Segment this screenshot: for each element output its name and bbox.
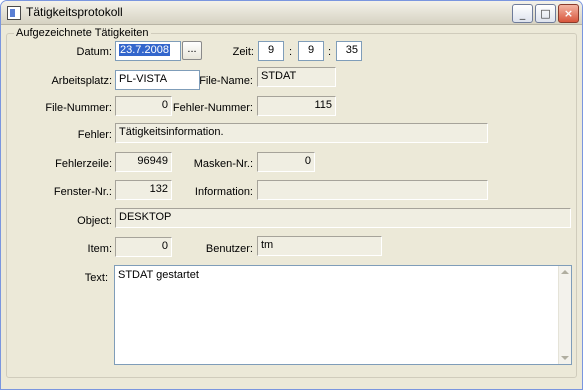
maximize-icon: □	[540, 7, 551, 20]
benutzer-field: tm	[257, 236, 382, 256]
title-bar[interactable]: Tätigkeitsprotokoll _ □ ×	[1, 1, 582, 25]
fehler-label: Fehler:	[77, 129, 112, 141]
zeit-label: Zeit:	[232, 46, 254, 58]
group-legend: Aufgezeichnete Tätigkeiten	[14, 27, 151, 39]
text-value: STDAT gestartet	[118, 269, 199, 281]
fenster-nr-label: Fenster-Nr.:	[53, 186, 112, 198]
datum-field[interactable]: 23.7.2008	[115, 41, 181, 61]
arbeitsplatz-field[interactable]: PL-VISTA	[115, 70, 200, 90]
fenster-nr-field: 132	[115, 180, 172, 200]
benutzer-label: Benutzer:	[205, 243, 253, 255]
datum-picker-button[interactable]: ...	[182, 41, 202, 60]
information-field	[257, 180, 488, 200]
close-button[interactable]: ×	[558, 4, 579, 23]
item-field: 0	[115, 237, 172, 257]
text-area[interactable]: STDAT gestartet	[114, 265, 572, 365]
text-scrollbar[interactable]	[558, 266, 571, 364]
object-label: Object:	[77, 215, 112, 227]
fehlerzeile-label: Fehlerzeile:	[55, 158, 112, 170]
item-label: Item:	[87, 243, 112, 255]
file-nummer-field: 0	[115, 96, 172, 116]
app-icon	[7, 6, 21, 20]
masken-nr-label: Masken-Nr.:	[193, 158, 253, 170]
fehler-nummer-label: Fehler-Nummer:	[172, 102, 253, 114]
zeit-minute-field[interactable]: 9	[298, 41, 324, 61]
minimize-button[interactable]: _	[512, 4, 533, 23]
window-title: Tätigkeitsprotokoll	[26, 5, 123, 19]
zeit-colon-1: :	[289, 46, 293, 58]
maximize-button[interactable]: □	[535, 4, 556, 23]
scroll-up-icon[interactable]	[561, 270, 569, 274]
fehler-field: Tätigkeitsinformation.	[115, 123, 488, 143]
datum-label: Datum:	[76, 46, 112, 58]
zeit-second-field[interactable]: 35	[336, 41, 362, 61]
text-label: Text:	[84, 272, 108, 284]
window: Tätigkeitsprotokoll _ □ × Aufgezeichnete…	[0, 0, 583, 390]
content-area: Aufgezeichnete Tätigkeiten Datum: 23.7.2…	[2, 26, 581, 389]
fehler-nummer-field: 115	[257, 96, 336, 116]
file-name-label: File-Name:	[199, 75, 253, 87]
zeit-hour-field[interactable]: 9	[258, 41, 284, 61]
file-nummer-label: File-Nummer:	[45, 102, 112, 114]
information-label: Information:	[194, 186, 253, 198]
fehlerzeile-field: 96949	[115, 152, 172, 172]
file-name-field: STDAT	[257, 67, 336, 87]
object-field: DESKTOP	[115, 208, 571, 228]
zeit-colon-2: :	[328, 46, 332, 58]
masken-nr-field: 0	[257, 152, 315, 172]
scroll-down-icon[interactable]	[561, 356, 569, 360]
datum-value: 23.7.2008	[119, 44, 170, 56]
arbeitsplatz-label: Arbeitsplatz:	[51, 75, 112, 87]
minimize-icon: _	[519, 7, 526, 20]
close-icon: ×	[563, 7, 574, 20]
